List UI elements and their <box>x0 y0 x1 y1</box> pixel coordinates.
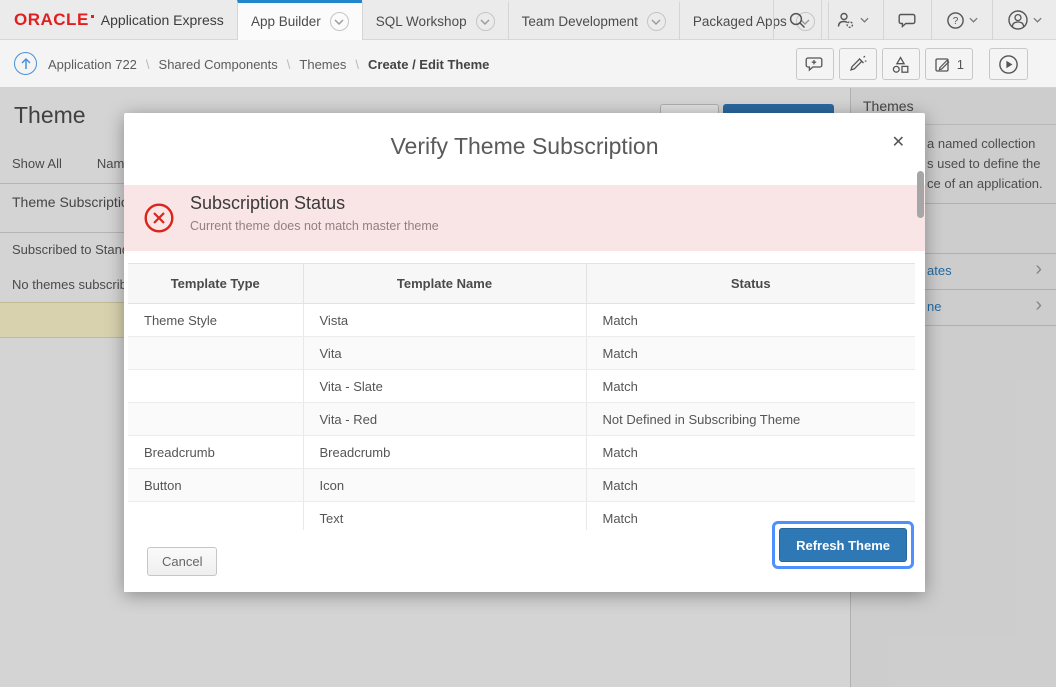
edit-page-button[interactable]: 1 <box>925 48 973 80</box>
cell-template-name: Vita - Red <box>303 403 586 436</box>
brand: ORACLE Application Express <box>14 0 224 40</box>
breadcrumb: Application 722 \ Shared Components \ Th… <box>48 40 489 88</box>
table-row: Breadcrumb Breadcrumb Match <box>128 436 915 469</box>
col-header-status: Status <box>586 264 915 304</box>
run-application-button[interactable] <box>989 48 1028 80</box>
admin-menu-icon[interactable] <box>821 0 883 40</box>
modal-scrollbar-thumb[interactable] <box>917 171 924 218</box>
cell-template-type <box>128 370 303 403</box>
breadcrumb-item-current: Create / Edit Theme <box>368 57 489 72</box>
svg-text:?: ? <box>953 16 959 27</box>
tab-label: App Builder <box>251 14 321 29</box>
cell-template-name: Breadcrumb <box>303 436 586 469</box>
table-row: Vita Match <box>128 337 915 370</box>
table-row: Vita - Red Not Defined in Subscribing Th… <box>128 403 915 436</box>
close-icon[interactable]: ✕ <box>892 135 905 151</box>
cell-template-name: Vista <box>303 304 586 337</box>
oracle-logo: ORACLE <box>14 10 89 30</box>
nav-icon-group: ? <box>773 0 1056 40</box>
table-row: Button Icon Match <box>128 469 915 502</box>
tab-sql-workshop[interactable]: SQL Workshop <box>362 0 508 40</box>
cell-template-name: Vita - Slate <box>303 370 586 403</box>
breadcrumb-separator: \ <box>146 57 150 72</box>
cell-template-type: Theme Style <box>128 304 303 337</box>
chevron-down-icon <box>330 12 349 31</box>
cell-status: Match <box>586 304 915 337</box>
tab-team-development[interactable]: Team Development <box>508 0 679 40</box>
dialog-header: Verify Theme Subscription ✕ <box>124 113 925 185</box>
cell-status: Match <box>586 436 915 469</box>
cancel-button[interactable]: Cancel <box>147 547 217 576</box>
dialog-footer: Cancel Refresh Theme <box>124 530 925 592</box>
subscription-status-alert: Subscription Status Current theme does n… <box>124 185 925 251</box>
breadcrumb-separator: \ <box>355 57 359 72</box>
help-menu-icon[interactable]: ? <box>931 0 992 40</box>
shared-components-shapes-button[interactable] <box>882 48 920 80</box>
focus-ring: Refresh Theme <box>772 521 914 569</box>
page-toolbar: 1 <box>791 48 1028 80</box>
cell-template-type: Breadcrumb <box>128 436 303 469</box>
up-level-icon[interactable] <box>14 52 37 75</box>
cell-template-type <box>128 403 303 436</box>
breadcrumb-bar: Application 722 \ Shared Components \ Th… <box>0 40 1056 88</box>
top-nav-bar: ORACLE Application Express App Builder S… <box>0 0 1056 40</box>
table-row: Vita - Slate Match <box>128 370 915 403</box>
feedback-icon[interactable] <box>883 0 931 40</box>
cell-status: Not Defined in Subscribing Theme <box>586 403 915 436</box>
tab-label: Team Development <box>522 14 638 29</box>
tab-app-builder[interactable]: App Builder <box>237 0 362 40</box>
nav-tabs: App Builder SQL Workshop Team Developmen… <box>237 0 829 40</box>
breadcrumb-item-shared-components[interactable]: Shared Components <box>159 57 278 72</box>
breadcrumb-separator: \ <box>287 57 291 72</box>
cell-status: Match <box>586 337 915 370</box>
cell-template-type: Button <box>128 469 303 502</box>
search-icon[interactable] <box>773 0 821 40</box>
product-name: Application Express <box>101 12 224 28</box>
cell-template-name: Icon <box>303 469 586 502</box>
tab-label: SQL Workshop <box>376 14 467 29</box>
trademark-mark <box>91 15 94 18</box>
col-header-template-name: Template Name <box>303 264 586 304</box>
breadcrumb-item-themes[interactable]: Themes <box>299 57 346 72</box>
cell-status: Match <box>586 370 915 403</box>
dialog-title: Verify Theme Subscription <box>124 113 925 179</box>
table-header-row: Template Type Template Name Status <box>128 264 915 304</box>
col-header-template-type: Template Type <box>128 264 303 304</box>
feedback-add-button[interactable] <box>796 48 834 80</box>
template-status-table: Template Type Template Name Status Theme… <box>128 263 915 535</box>
cell-template-type <box>128 337 303 370</box>
account-menu-icon[interactable] <box>992 0 1056 40</box>
alert-message: Current theme does not match master them… <box>190 219 439 233</box>
theme-roller-flashlight-button[interactable] <box>839 48 877 80</box>
refresh-theme-button[interactable]: Refresh Theme <box>779 528 907 562</box>
error-circle-icon <box>143 202 175 234</box>
chevron-down-icon <box>647 12 666 31</box>
cell-template-name: Vita <box>303 337 586 370</box>
alert-title: Subscription Status <box>190 193 345 214</box>
verify-theme-subscription-dialog: Verify Theme Subscription ✕ Subscription… <box>124 113 925 592</box>
table-row: Theme Style Vista Match <box>128 304 915 337</box>
cell-status: Match <box>586 469 915 502</box>
edit-page-number: 1 <box>957 57 964 72</box>
chevron-down-icon <box>476 12 495 31</box>
breadcrumb-item-application[interactable]: Application 722 <box>48 57 137 72</box>
